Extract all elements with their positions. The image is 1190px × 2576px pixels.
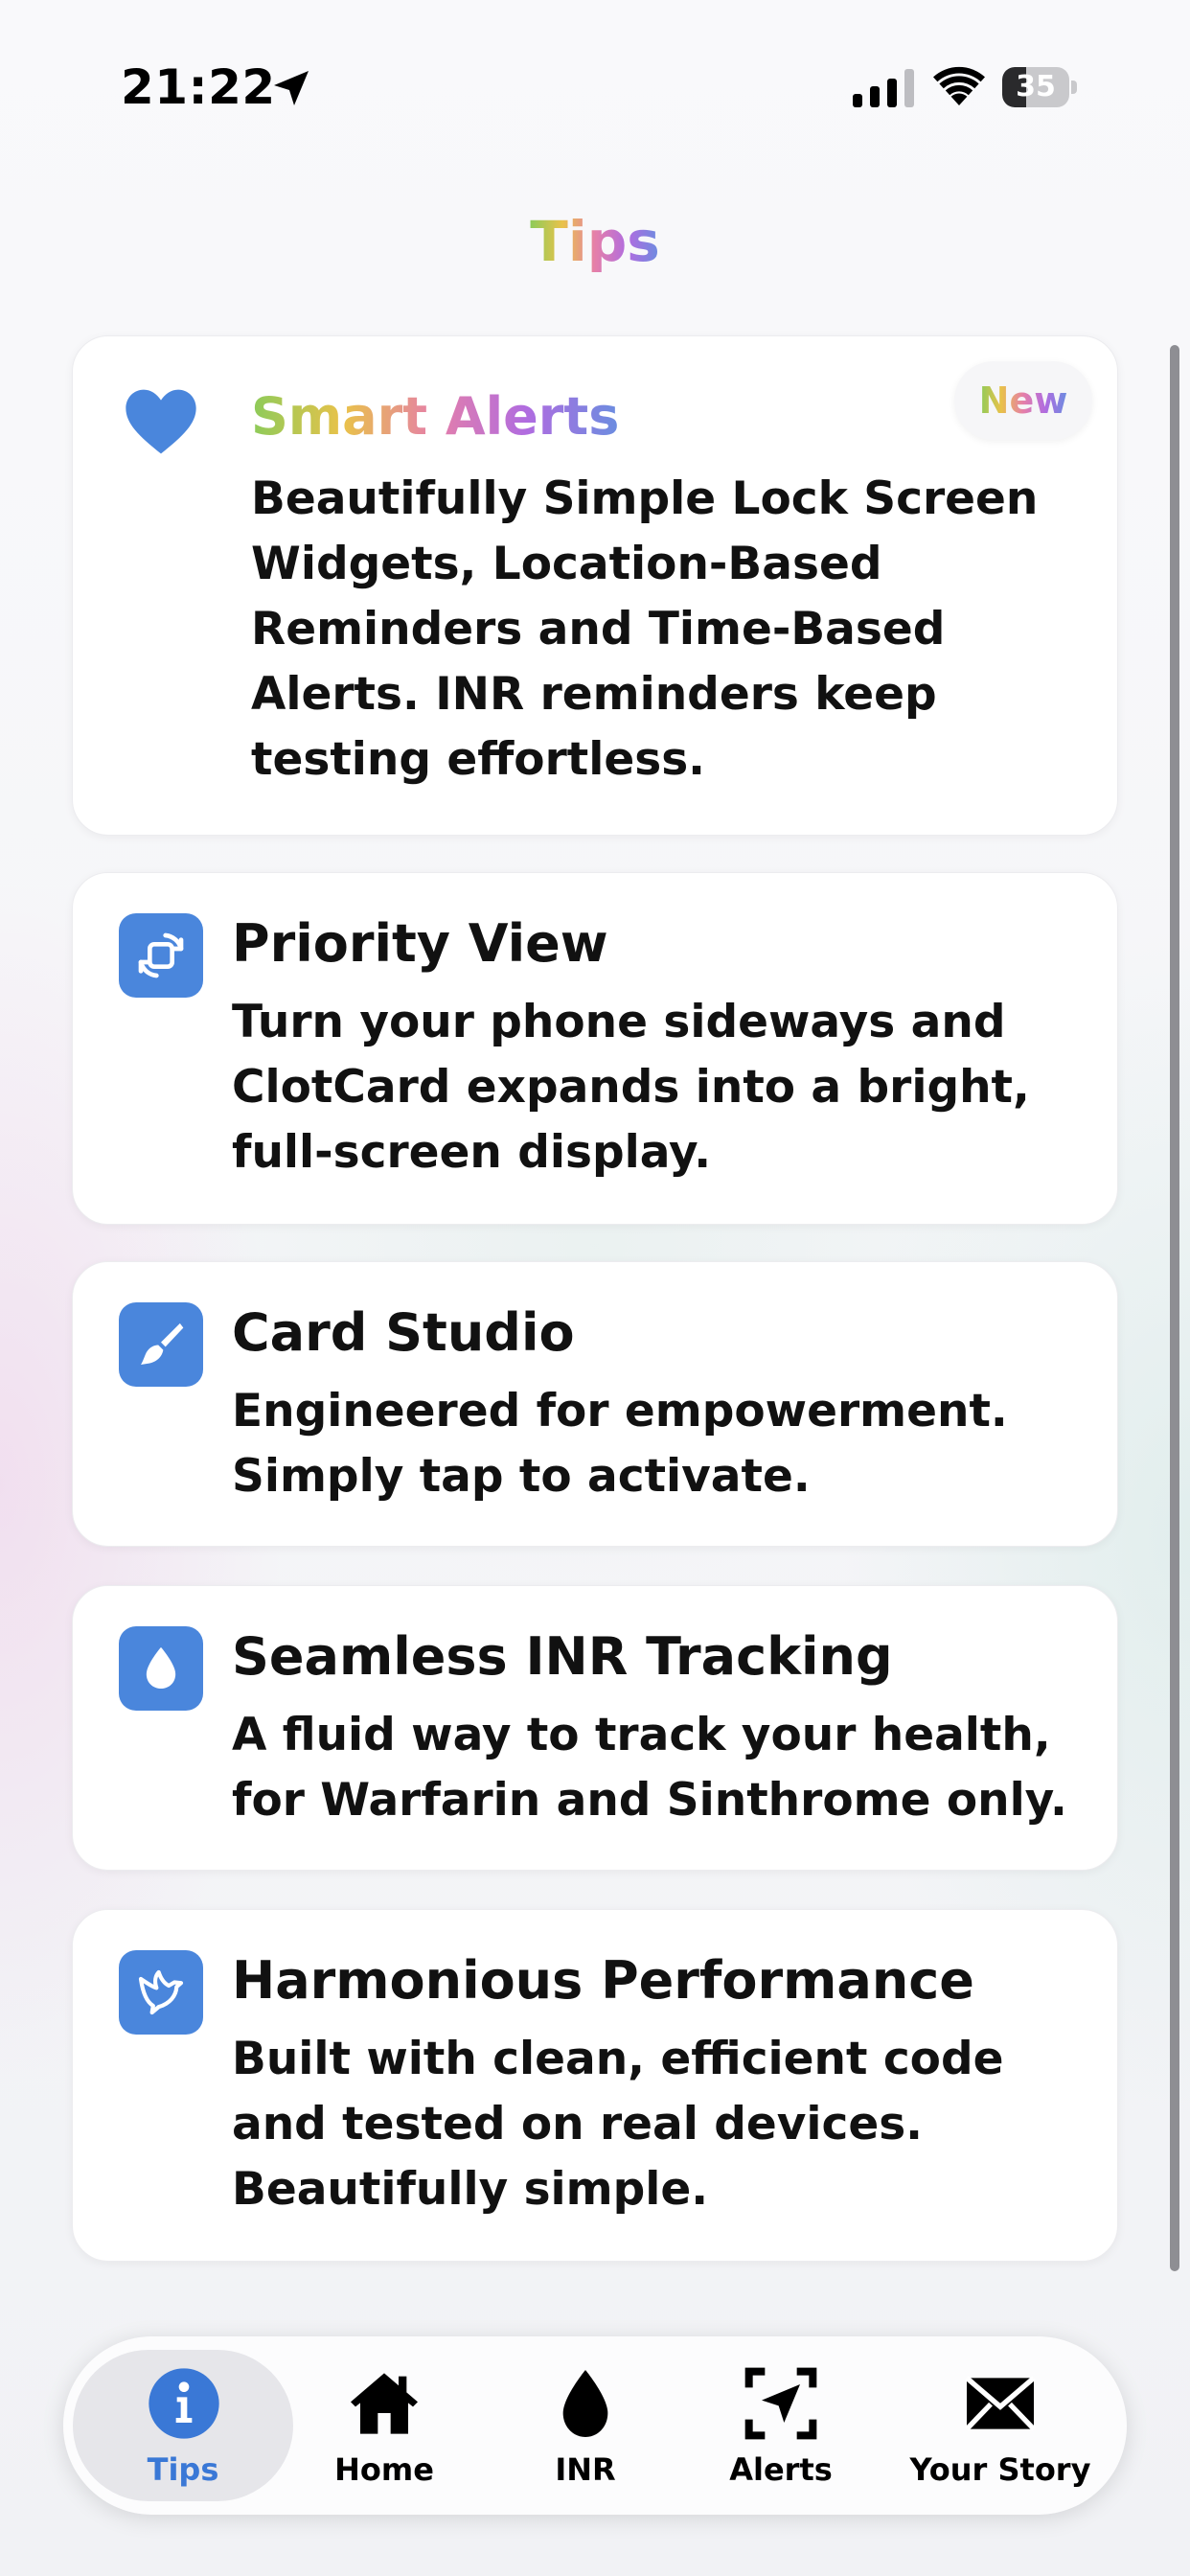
- card-title: Harmonious Performance: [232, 1950, 974, 2011]
- paintbrush-icon: [119, 1302, 203, 1387]
- location-arrow-icon: [744, 2367, 817, 2440]
- tab-tips[interactable]: Tips: [63, 2336, 303, 2515]
- scroll-indicator[interactable]: [1170, 345, 1179, 2271]
- card-body: Built with clean, efficient code and tes…: [232, 2033, 1004, 2216]
- tab-label: Your Story: [909, 2451, 1091, 2488]
- new-badge: New: [954, 361, 1092, 440]
- drop-icon: [119, 1626, 203, 1711]
- rotate-icon: [119, 913, 203, 998]
- card-body: Beautifully Simple Lock Screen Widgets, …: [251, 472, 1039, 786]
- card-title: Priority View: [232, 913, 608, 974]
- heart-icon: [126, 389, 196, 454]
- battery-percentage: 35: [1016, 70, 1056, 104]
- card-body: Engineered for empowerment. Simply tap t…: [232, 1385, 1008, 1503]
- tab-label: Home: [334, 2451, 434, 2488]
- drop-icon: [562, 2370, 608, 2437]
- tab-label: Tips: [147, 2451, 219, 2488]
- cellular-signal-icon: [853, 69, 914, 107]
- card-title: Seamless INR Tracking: [232, 1626, 893, 1687]
- tab-inr[interactable]: INR: [514, 2336, 657, 2515]
- status-time: 21:22: [121, 59, 276, 115]
- tip-card-inr-tracking[interactable]: Seamless INR Tracking A fluid way to tra…: [72, 1585, 1118, 1871]
- tip-card-card-studio[interactable]: Card Studio Engineered for empowerment. …: [72, 1261, 1118, 1547]
- tip-card-smart-alerts[interactable]: Smart Alerts New Beautifully Simple Lock…: [72, 335, 1118, 836]
- tab-bar: Tips Home INR Alerts Your Story: [63, 2336, 1127, 2515]
- tip-card-priority-view[interactable]: Priority View Turn your phone sideways a…: [72, 872, 1118, 1225]
- tab-your-story[interactable]: Your Story: [895, 2336, 1106, 2515]
- card-body: Turn your phone sideways and ClotCard ex…: [232, 996, 1030, 1179]
- bird-icon: [119, 1950, 203, 2035]
- tab-label: Alerts: [729, 2451, 833, 2488]
- envelope-icon: [965, 2376, 1036, 2431]
- house-icon: [351, 2373, 418, 2434]
- location-arrow-icon: [274, 71, 309, 105]
- card-body: A fluid way to track your health, for Wa…: [232, 1709, 1067, 1827]
- tab-alerts[interactable]: Alerts: [709, 2336, 853, 2515]
- page-title: Tips: [530, 209, 660, 274]
- wifi-icon: [933, 66, 985, 105]
- info-icon: [149, 2368, 219, 2439]
- card-title: Smart Alerts: [251, 386, 620, 447]
- battery-indicator: 35: [1002, 67, 1077, 107]
- tip-card-harmonious-performance[interactable]: Harmonious Performance Built with clean,…: [72, 1909, 1118, 2262]
- tab-label: INR: [555, 2451, 616, 2488]
- tab-home[interactable]: Home: [312, 2336, 456, 2515]
- card-title: Card Studio: [232, 1302, 575, 1363]
